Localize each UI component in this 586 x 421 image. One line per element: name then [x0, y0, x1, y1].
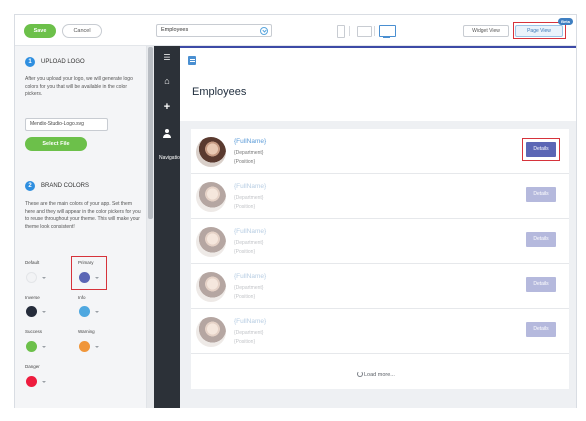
page-title: Employees	[192, 86, 247, 98]
employee-position: {Position}	[234, 204, 256, 210]
color-swatch-success[interactable]	[26, 341, 37, 352]
divider	[374, 26, 375, 36]
logo-file-field[interactable]: Mendix-Studio-Logo.svg	[25, 118, 108, 131]
menu-icon[interactable]: ☰	[154, 53, 180, 63]
color-label-warning: Warning	[78, 329, 95, 334]
widget-view-button[interactable]: Widget View	[463, 25, 509, 37]
employee-position: {Position}	[234, 249, 256, 255]
avatar	[196, 317, 226, 347]
color-swatch-danger[interactable]	[26, 376, 37, 387]
employee-name: {FullName}	[234, 273, 267, 280]
plus-icon[interactable]: +	[154, 102, 180, 113]
app-frame: Save Cancel Employees Widget View Page V…	[14, 14, 577, 408]
avatar	[196, 227, 226, 257]
desktop-icon[interactable]	[379, 24, 396, 38]
employee-name: {FullName}	[234, 138, 267, 145]
employee-department: {Department}	[234, 195, 264, 201]
color-swatch-info[interactable]	[79, 306, 90, 317]
load-more-link[interactable]: Load more...	[357, 371, 395, 378]
upload-logo-description: After you upload your logo, we will gene…	[25, 76, 133, 97]
details-button[interactable]: Details	[526, 187, 556, 202]
step-badge: 2	[25, 181, 35, 191]
brand-colors-description: These are the main colors of your app. S…	[25, 201, 141, 230]
theme-settings-panel: 1 UPLOAD LOGO After you upload your logo…	[15, 46, 147, 408]
highlight-box	[71, 256, 107, 290]
brand-colors-title: BRAND COLORS	[41, 183, 90, 189]
chevron-down-icon[interactable]	[95, 311, 99, 313]
employee-department: {Department}	[234, 330, 264, 336]
home-icon[interactable]: ⌂	[154, 76, 180, 86]
employee-department: {Department}	[234, 240, 264, 246]
upload-logo-title: UPLOAD LOGO	[41, 59, 85, 65]
color-label-default: Default	[25, 260, 40, 265]
chevron-down-icon[interactable]	[42, 277, 46, 279]
page-icon	[188, 56, 196, 65]
top-toolbar: Save Cancel Employees Widget View Page V…	[15, 15, 576, 46]
beta-badge: Beta	[558, 18, 573, 25]
avatar	[196, 182, 226, 212]
scrollbar-thumb[interactable]	[148, 47, 153, 219]
user-icon[interactable]	[163, 129, 171, 139]
list-item: {FullName} {Department} {Position} Detai…	[191, 129, 569, 174]
highlight-box	[513, 22, 566, 39]
tablet-icon[interactable]	[357, 24, 372, 38]
avatar	[196, 272, 226, 302]
save-button[interactable]: Save	[24, 24, 56, 38]
chevron-down-icon[interactable]	[42, 346, 46, 348]
app-sidebar: ☰ ⌂ + Navigation	[154, 46, 180, 408]
navigation-label[interactable]: Navigation	[159, 155, 180, 161]
list-item: {FullName} {Department} {Position} Detai…	[191, 264, 569, 309]
chevron-down-icon[interactable]	[42, 381, 46, 383]
page-select[interactable]: Employees	[156, 24, 272, 37]
employee-position: {Position}	[234, 339, 256, 345]
list-item: {FullName} {Department} {Position} Detai…	[191, 309, 569, 354]
employee-name: {FullName}	[234, 228, 267, 235]
refresh-icon	[357, 371, 363, 377]
chevron-down-icon[interactable]	[42, 311, 46, 313]
employee-name: {FullName}	[234, 318, 267, 325]
page-select-value: Employees	[161, 27, 189, 33]
details-button[interactable]: Details	[526, 277, 556, 292]
color-swatch-warning[interactable]	[79, 341, 90, 352]
color-label-success: Success	[25, 329, 43, 334]
color-label-info: Info	[78, 295, 86, 300]
employee-department: {Department}	[234, 150, 264, 156]
list-item: {FullName} {Department} {Position} Detai…	[191, 174, 569, 219]
color-label-inverse: Inverse	[25, 295, 40, 300]
page-preview: Employees {FullName} {Department} {Posit…	[180, 46, 576, 408]
employee-position: {Position}	[234, 294, 256, 300]
details-button[interactable]: Details	[526, 232, 556, 247]
employee-list: {FullName} {Department} {Position} Detai…	[191, 129, 569, 389]
color-swatch-default[interactable]	[26, 272, 37, 283]
load-more-label: Load more...	[364, 372, 395, 378]
step-badge: 1	[25, 57, 35, 67]
color-swatch-inverse[interactable]	[26, 306, 37, 317]
chevron-down-icon	[260, 27, 268, 35]
highlight-box	[522, 138, 560, 161]
list-item: {FullName} {Department} {Position} Detai…	[191, 219, 569, 264]
chevron-down-icon[interactable]	[95, 346, 99, 348]
avatar	[196, 137, 226, 167]
employee-name: {FullName}	[234, 183, 267, 190]
phone-icon[interactable]	[336, 24, 345, 38]
employee-position: {Position}	[234, 159, 256, 165]
select-file-button[interactable]: Select File	[25, 137, 87, 151]
details-button[interactable]: Details	[526, 322, 556, 337]
page-header: Employees	[180, 48, 576, 121]
divider	[349, 26, 350, 36]
employee-department: {Department}	[234, 285, 264, 291]
cancel-button[interactable]: Cancel	[62, 24, 102, 38]
color-label-danger: Danger	[25, 364, 40, 369]
